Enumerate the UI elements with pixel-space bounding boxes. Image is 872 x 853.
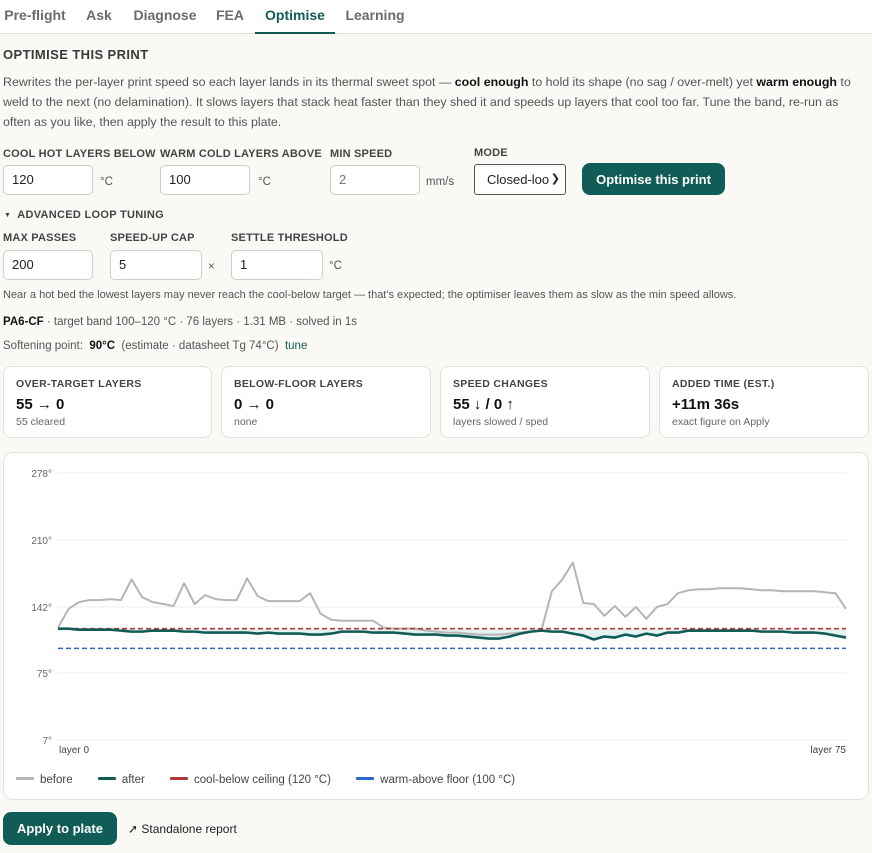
stat-card-below-floor: BELOW-FLOOR LAYERS 0 → 0 none [221,366,431,438]
warm-cold-unit: °C [258,176,271,188]
optimise-button[interactable]: Optimise this print [582,163,725,195]
tab-preflight[interactable]: Pre-flight [0,0,70,34]
legend-floor: warm-above floor (100 °C) [356,774,515,786]
cool-hot-input[interactable]: 120 [3,165,93,195]
legend-swatch [97,777,116,780]
cool-hot-label: COOL HOT LAYERS BELOW [3,148,156,160]
tab-learning[interactable]: Learning [341,0,409,34]
softening-point: Softening point: 90°C (estimate · datash… [3,340,308,352]
mode-select[interactable]: Closed-loop ❯ [474,164,566,195]
tune-link[interactable]: tune [285,340,307,352]
chart-legend: before after cool-below ceiling (120 °C)… [16,774,537,786]
standalone-report-link[interactable]: ➚ Standalone report [128,822,237,836]
triangle-down-icon: ▼ [4,212,12,219]
tab-diagnose[interactable]: Diagnose [128,0,202,34]
warm-cold-label: WARM COLD LAYERS ABOVE [160,148,322,160]
tab-bar: Pre-flight Ask Diagnose FEA Optimise Lea… [0,0,872,34]
thermal-chart-card [3,452,869,800]
legend-before: before [16,774,73,786]
settle-unit: °C [329,260,342,272]
legend-swatch [356,777,375,780]
material-name: PA6-CF [3,316,44,328]
apply-to-plate-button[interactable]: Apply to plate [3,812,117,845]
mode-label: MODE [474,147,508,159]
legend-after: after [97,774,145,786]
min-speed-unit: mm/s [426,176,455,188]
warm-cold-input[interactable]: 100 [160,165,250,195]
tab-fea[interactable]: FEA [210,0,250,34]
advanced-toggle[interactable]: ▼ ADVANCED LOOP TUNING [4,209,164,221]
cool-hot-unit: °C [100,176,113,188]
description: Rewrites the per-layer print speed so ea… [3,75,851,129]
stat-card-added-time: ADDED TIME (EST.) +11m 36s exact figure on… [659,366,869,438]
external-link-icon: ➚ [128,822,139,836]
speedup-cap-unit: × [208,261,215,273]
chevron-down-icon: ❯ [548,165,560,194]
legend-ceiling: cool-below ceiling (120 °C) [170,774,331,786]
legend-swatch [170,777,189,780]
speedup-cap-input[interactable]: 5 [110,250,202,280]
max-passes-input[interactable]: 200 [3,250,93,280]
max-passes-label: MAX PASSES [3,232,77,244]
settle-input[interactable]: 1 [231,250,323,280]
min-speed-label: MIN SPEED [330,148,393,160]
legend-swatch [16,777,34,780]
mode-select-value: Closed-loop [487,172,557,187]
settle-label: SETTLE THRESHOLD [231,232,348,244]
tab-ask[interactable]: Ask [79,0,119,34]
speedup-cap-label: SPEED-UP CAP [110,232,195,244]
min-speed-input[interactable]: 2 [330,165,420,195]
stat-card-over-target: OVER-TARGET LAYERS 55 → 0 55 cleared [3,366,212,438]
page-title: OPTIMISE THIS PRINT [3,47,149,62]
hot-bed-note: Near a hot bed the lowest layers may nev… [3,289,737,301]
stat-card-speed-changes: SPEED CHANGES 55 ↓ / 0 ↑ layers slowed / s… [440,366,650,438]
print-meta: PA6-CF · target band 100–120 °C · 76 lay… [3,316,358,328]
tab-optimise[interactable]: Optimise [255,0,335,34]
